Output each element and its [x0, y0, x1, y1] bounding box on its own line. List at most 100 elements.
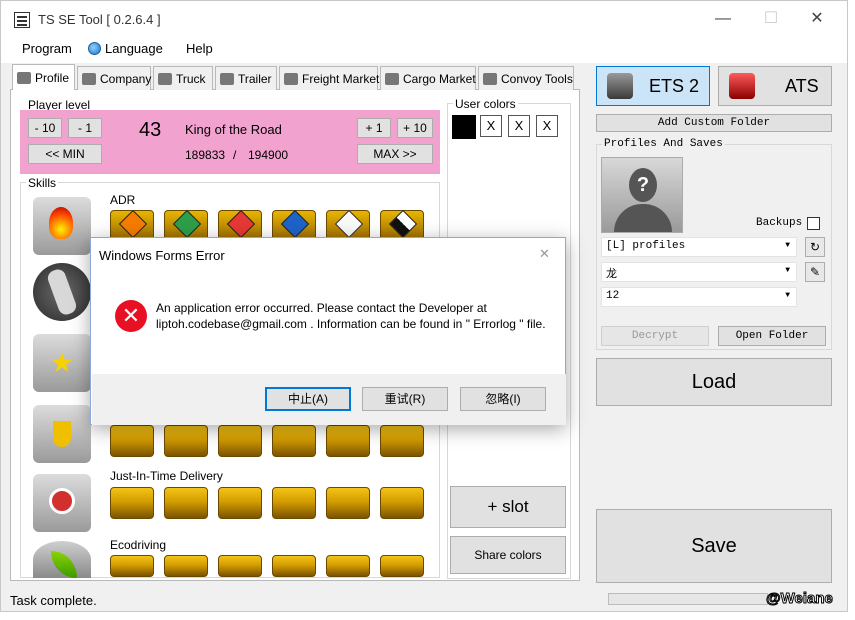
fragile-level-1-tile[interactable]: [110, 425, 154, 457]
fragile-level-4-tile[interactable]: [272, 425, 316, 457]
level-minus-1-button[interactable]: - 1: [68, 118, 102, 138]
leaf-icon: [51, 551, 77, 578]
app-icon: [14, 12, 30, 28]
dialog-close-button[interactable]: ✕: [539, 246, 550, 262]
skill-adr-label: ADR: [110, 193, 136, 207]
user-color-slot-4[interactable]: X: [536, 115, 558, 137]
retry-button[interactable]: 重试(R): [362, 387, 448, 411]
maximize-button[interactable]: ☐: [748, 6, 794, 32]
glass-icon: [53, 421, 71, 447]
dialog-title: Windows Forms Error: [99, 248, 225, 263]
jit-level-5-tile[interactable]: [326, 487, 370, 519]
company-icon: [82, 73, 96, 85]
clock-icon: [49, 488, 75, 514]
profile-folder-select[interactable]: [L] profiles ▼: [601, 237, 797, 257]
open-folder-button[interactable]: Open Folder: [718, 326, 826, 346]
edit-icon: ✎: [809, 265, 821, 279]
add-slot-button[interactable]: + slot: [450, 486, 566, 528]
profiles-label: Profiles And Saves: [602, 138, 725, 150]
menu-language[interactable]: Language: [88, 41, 163, 56]
decrypt-button[interactable]: Decrypt: [601, 326, 709, 346]
save-select[interactable]: 12 ▼: [601, 287, 797, 307]
close-button[interactable]: ✕: [794, 6, 840, 32]
level-minus-10-button[interactable]: - 10: [28, 118, 62, 138]
fragile-level-3-tile[interactable]: [218, 425, 262, 457]
minimize-button[interactable]: —: [700, 6, 746, 32]
freight-icon: [284, 73, 298, 85]
fragile-cargo-skill-icon: [33, 405, 91, 463]
fragile-level-6-tile[interactable]: [380, 425, 424, 457]
just-in-time-skill-icon: [33, 474, 91, 532]
user-colors-label: User colors: [453, 97, 518, 111]
jit-level-1-tile[interactable]: [110, 487, 154, 519]
level-max-button[interactable]: MAX >>: [357, 144, 433, 164]
share-colors-button[interactable]: Share colors: [450, 536, 566, 574]
status-text: Task complete.: [10, 593, 97, 608]
chevron-down-icon: ▼: [785, 241, 790, 250]
ignore-button[interactable]: 忽略(I): [460, 387, 546, 411]
adr-skill-icon: [33, 197, 91, 255]
user-color-swatch[interactable]: [452, 115, 476, 139]
user-color-slot-3[interactable]: X: [508, 115, 530, 137]
profile-avatar: ?: [601, 157, 683, 233]
load-button[interactable]: Load: [596, 358, 832, 406]
tab-profile[interactable]: Profile: [12, 64, 75, 90]
jit-level-2-tile[interactable]: [164, 487, 208, 519]
eco-level-1-tile[interactable]: [110, 555, 154, 577]
eco-level-3-tile[interactable]: [218, 555, 262, 577]
fire-icon: [49, 207, 73, 239]
edit-profile-button[interactable]: ✎: [805, 262, 825, 282]
user-color-slot-2[interactable]: X: [480, 115, 502, 137]
convoy-icon: [483, 73, 497, 85]
skill-eco-label: Ecodriving: [110, 538, 167, 552]
abort-button[interactable]: 中止(A): [265, 387, 351, 411]
cargo-icon: [385, 73, 399, 85]
backups-label: Backups: [756, 217, 803, 229]
level-plus-10-button[interactable]: + 10: [397, 118, 433, 138]
fragile-level-5-tile[interactable]: [326, 425, 370, 457]
tab-cargo-market[interactable]: Cargo Market: [380, 66, 476, 90]
menu-help[interactable]: Help: [186, 41, 213, 56]
eco-level-4-tile[interactable]: [272, 555, 316, 577]
add-custom-folder-button[interactable]: Add Custom Folder: [596, 114, 832, 132]
refresh-icon: ↻: [809, 240, 821, 254]
fragile-level-2-tile[interactable]: [164, 425, 208, 457]
window-title: TS SE Tool [ 0.2.6.4 ]: [38, 12, 161, 27]
level-plus-1-button[interactable]: + 1: [357, 118, 391, 138]
jit-level-6-tile[interactable]: [380, 487, 424, 519]
star-icon: [51, 352, 73, 373]
xp-next: 194900: [248, 148, 289, 162]
tab-trailer[interactable]: Trailer: [215, 66, 277, 90]
dialog-footer: 中止(A) 重试(R) 忽略(I): [92, 374, 566, 425]
menu-program[interactable]: Program: [22, 41, 72, 56]
backups-checkbox[interactable]: [807, 217, 820, 230]
dialog-message: An application error occurred. Please co…: [156, 301, 546, 331]
tab-convoy-tools[interactable]: Convoy Tools: [478, 66, 574, 90]
trailer-icon: [220, 73, 234, 85]
save-button[interactable]: Save: [596, 509, 832, 583]
eco-level-2-tile[interactable]: [164, 555, 208, 577]
level-min-button[interactable]: << MIN: [28, 144, 102, 164]
progress-bar: [608, 593, 768, 605]
jit-level-3-tile[interactable]: [218, 487, 262, 519]
ecodriving-skill-icon: [33, 541, 91, 578]
tab-truck[interactable]: Truck: [153, 66, 213, 90]
eco-level-6-tile[interactable]: [380, 555, 424, 577]
tab-company[interactable]: Company: [77, 66, 151, 90]
refresh-button[interactable]: ↻: [805, 237, 825, 257]
error-dialog: Windows Forms Error ✕ ✕ An application e…: [90, 237, 566, 425]
player-rank-title: King of the Road: [185, 122, 282, 137]
jit-level-4-tile[interactable]: [272, 487, 316, 519]
watermark-text: @Weiane: [766, 590, 834, 608]
eco-level-5-tile[interactable]: [326, 555, 370, 577]
ets2-truck-icon: [607, 73, 633, 99]
tab-freight-market[interactable]: Freight Market: [279, 66, 379, 90]
profile-name-select[interactable]: 龙 ▼: [601, 262, 797, 282]
game-ets2-button[interactable]: ETS 2: [596, 66, 710, 106]
globe-icon: [88, 42, 101, 55]
xp-separator: /: [233, 148, 237, 162]
game-ats-button[interactable]: ATS: [718, 66, 832, 106]
truck-icon: [158, 73, 172, 85]
ats-truck-icon: [729, 73, 755, 99]
skill-jit-label: Just-In-Time Delivery: [110, 469, 223, 483]
